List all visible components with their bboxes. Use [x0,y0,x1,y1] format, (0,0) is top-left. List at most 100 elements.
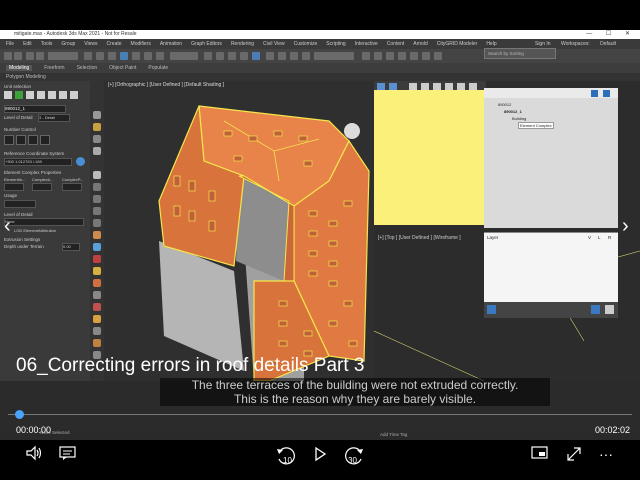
lod-label: Level of Detail [4,115,33,120]
tool-icon [93,291,101,299]
ref-system-value: +300 1.012763 /.189 [4,158,72,166]
redo-icon [14,52,22,60]
menu-animation: Animation [159,41,183,47]
tool-icon [93,243,101,251]
seek-bar[interactable] [0,410,640,419]
volume-icon[interactable] [24,445,44,466]
menu-graph-editors: Graph Editors [191,41,222,47]
move-icon [120,52,128,60]
layer-panel: Layer V L R [484,232,618,303]
previous-arrow-icon[interactable]: ‹ [4,215,20,255]
ref-system-label: Reference Coordinate System [4,151,65,156]
menu-civil-view: Civil View [263,41,285,47]
schematic-icon [374,52,382,60]
explorer-icon [603,90,610,97]
tree-item: 890012 [498,102,512,107]
mini-view-icon[interactable] [530,445,550,466]
tool-icon [93,267,101,275]
max-title-bar: mitigate.max - Autodesk 3ds Max 2021 - N… [0,30,640,39]
globe-icon [76,157,85,166]
yellow-view-panel [374,90,486,225]
graphite-icon [302,52,310,60]
skip-forward-label: 30 [348,456,357,465]
ribbon-tab-object-paint: Object Paint [109,65,137,71]
explorer-icon [487,305,496,314]
search-placeholder: Search by Sorting [488,51,524,56]
sub-ribbon: Polygon Modeling [0,73,640,81]
tool-column [90,81,104,381]
layer-col-v: V [588,235,592,240]
explorer-icon [591,90,598,97]
undo-icon [4,52,12,60]
render-setup-icon [398,52,406,60]
subtitle-line-2: This is the reason why they are barely v… [233,392,477,406]
max-status-bar: None Selected Add Time Tag [0,430,640,440]
video-title: 06_Correcting errors in roof details Par… [16,355,365,376]
pivot-icon [204,52,212,60]
rect-select-icon [108,52,116,60]
seek-thumb[interactable] [15,410,24,419]
mirror-icon [266,52,274,60]
seek-track[interactable] [8,414,632,415]
pick-icon [4,91,12,99]
current-time: 00:00:00 [16,425,52,435]
fullscreen-icon[interactable] [564,445,584,468]
menu-scripting: Scripting [326,41,346,47]
arnold-icon [434,52,442,60]
menu-group: Group [61,41,76,47]
workspaces-value: Default [600,41,616,47]
spinner-snap-icon [252,52,260,60]
trash-icon [605,305,614,314]
tool-icon [70,91,78,99]
material-editor-icon [386,52,394,60]
window-controls: — ☐ ✕ [586,31,636,37]
named-selection [314,52,354,60]
ribbon-tabs: Modeling Freeform Selection Object Paint Pop… [0,63,640,73]
ec-col-1: ElementIn... [4,177,26,182]
tool-icon [93,279,101,287]
menu-arnold: Arnold [413,41,428,47]
tool-icon [93,123,101,131]
menu-edit: Edit [23,41,32,47]
max-window-title: mitigate.max - Autodesk 3ds Max 2021 - N… [14,31,137,37]
tool-icon [93,303,101,311]
tool-icon [93,219,101,227]
percent-snap-icon [240,52,248,60]
unlink-icon [36,52,44,60]
menu-tools: Tools [40,41,53,47]
link-icon [26,52,34,60]
layer-col-l: L [598,235,601,240]
ec-col-3: ComplexP... [62,177,84,182]
workspaces-label: Workspaces: [560,41,590,47]
tool-icon [93,195,101,203]
selection-filter [48,52,78,60]
snap-icon [216,52,224,60]
next-arrow-icon[interactable]: › [622,215,638,255]
explorer-icon [591,305,600,314]
play-icon[interactable] [310,445,330,468]
select-icon [84,52,92,60]
skip-back-button[interactable]: 10 [274,445,298,472]
place-icon [156,52,164,60]
menu-interactive: Interactive [354,41,378,47]
max-search-field: Search by Sorting [484,48,556,59]
tool-icon [93,339,101,347]
lod-value: 3 - Detail [38,114,70,122]
menu-customize: Customize [293,41,318,47]
duration: 00:02:02 [595,425,631,435]
depth-value: 0.00 [62,243,80,251]
more-options-button[interactable]: ··· [596,445,616,463]
render-frame-icon [422,52,430,60]
tool-icon [26,91,34,99]
tool-icon [93,327,101,335]
usage-label: Usage [4,193,18,198]
tool-icon [93,171,101,179]
captions-icon[interactable] [58,445,78,466]
add-icon [15,91,23,99]
lod-attribution-label: LOD ElementAttribution [14,228,57,233]
tool-icon [93,183,101,191]
menu-citygrid: CityGRID Modeler [436,41,478,47]
curve-editor-icon [362,52,370,60]
skip-forward-button[interactable]: 30 [342,445,366,472]
scene-explorer-bottom [484,302,618,318]
